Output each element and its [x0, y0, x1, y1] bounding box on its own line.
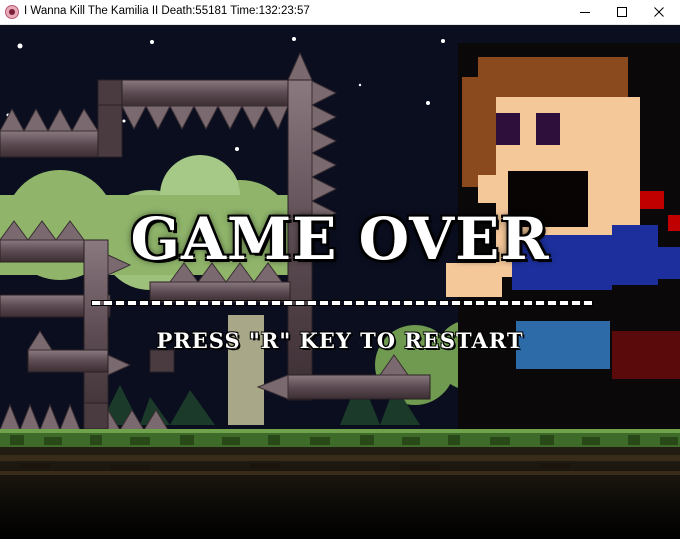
close-icon [654, 7, 664, 17]
minimize-icon [580, 12, 590, 13]
maximize-icon [617, 7, 627, 17]
close-button[interactable] [642, 0, 676, 24]
restart-prompt: PRESS "R" KEY TO RESTART [156, 328, 524, 353]
game-viewport[interactable]: GAME OVER PRESS "R" KEY TO RESTART [0, 25, 680, 539]
divider-line [92, 301, 592, 305]
minimize-button[interactable] [568, 0, 602, 24]
app-icon [5, 5, 19, 19]
window-title: I Wanna Kill The Kamilia II Death:55181 … [24, 5, 310, 17]
game-over-heading: GAME OVER [130, 205, 550, 273]
title-bar: I Wanna Kill The Kamilia II Death:55181 … [0, 0, 680, 25]
game-scene [0, 25, 680, 539]
maximize-button[interactable] [605, 0, 639, 24]
